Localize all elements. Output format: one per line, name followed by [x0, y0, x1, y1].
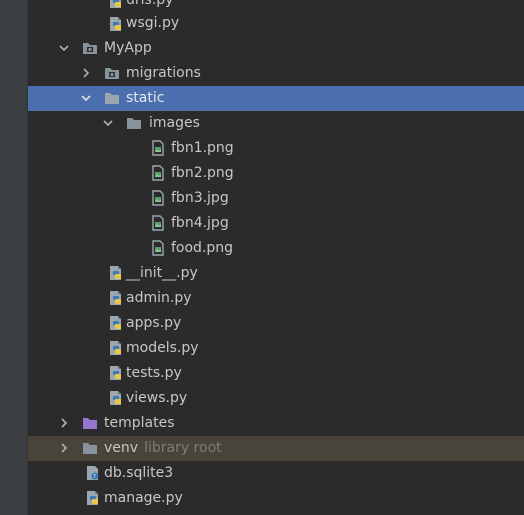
folder-label: migrations: [126, 65, 201, 81]
python-file-icon: [110, 341, 121, 355]
python-file-icon: [110, 391, 121, 405]
folder-label: images: [149, 115, 200, 131]
folder-icon: [127, 118, 141, 129]
tree-row-db[interactable]: ? db.sqlite3: [28, 461, 524, 486]
python-file-icon: [110, 291, 121, 305]
file-label: models.py: [126, 340, 199, 356]
python-file-icon: [110, 366, 121, 380]
file-label: food.png: [171, 240, 234, 256]
tree-row-wsgi[interactable]: wsgi.py: [28, 11, 524, 36]
folder-icon: [83, 443, 97, 454]
python-file-icon: [110, 266, 121, 280]
tree-row-venv[interactable]: venv library root: [28, 436, 524, 461]
templates-folder-icon: [83, 418, 97, 429]
tree-row-py-file[interactable]: tests.py: [28, 361, 524, 386]
tree-row-image-file[interactable]: fbn4.jpg: [28, 211, 524, 236]
file-label: fbn4.jpg: [171, 215, 229, 231]
library-root-note: library root: [144, 440, 222, 456]
folder-label: static: [126, 90, 165, 106]
chevron-right-icon[interactable]: [80, 67, 92, 79]
project-tree: urls.py wsgi.py MyApp migrations static: [28, 0, 524, 515]
folder-label: templates: [104, 415, 175, 431]
chevron-down-icon[interactable]: [58, 42, 70, 54]
file-label: apps.py: [126, 315, 182, 331]
tree-row-images[interactable]: images: [28, 111, 524, 136]
file-label: fbn3.jpg: [171, 190, 229, 206]
tree-row-templates[interactable]: templates: [28, 411, 524, 436]
file-label: fbn2.png: [171, 165, 234, 181]
svg-text:?: ?: [93, 474, 96, 480]
folder-label: MyApp: [104, 40, 152, 56]
tree-row-py-file[interactable]: models.py: [28, 336, 524, 361]
chevron-down-icon[interactable]: [102, 117, 114, 129]
file-label: urls.py: [126, 0, 174, 8]
module-folder-icon: [83, 43, 97, 54]
file-label: fbn1.png: [171, 140, 234, 156]
database-file-icon: ?: [87, 466, 99, 480]
chevron-down-icon[interactable]: [80, 92, 92, 104]
file-label: admin.py: [126, 290, 192, 306]
tree-row-py-file[interactable]: __init__.py: [28, 261, 524, 286]
image-file-icon: [152, 215, 164, 231]
chevron-right-icon[interactable]: [58, 442, 70, 454]
file-label: manage.py: [104, 490, 183, 506]
file-label: tests.py: [126, 365, 182, 381]
structure-icon[interactable]: [4, 0, 22, 8]
file-label: views.py: [126, 390, 188, 406]
venv-label: venv: [104, 440, 139, 456]
file-label: db.sqlite3: [104, 465, 174, 481]
image-file-icon: [152, 240, 164, 256]
tree-row-image-file[interactable]: fbn1.png: [28, 136, 524, 161]
left-tool-strip: [0, 0, 28, 515]
tree-row-image-file[interactable]: food.png: [28, 236, 524, 261]
image-file-icon: [152, 190, 164, 206]
tree-row-py-file[interactable]: views.py: [28, 386, 524, 411]
folder-icon: [105, 93, 119, 104]
python-file-icon: [87, 491, 98, 505]
python-file-icon: [110, 316, 121, 330]
tree-row-py-file[interactable]: apps.py: [28, 311, 524, 336]
tree-row-image-file[interactable]: fbn2.png: [28, 161, 524, 186]
tree-row-manage[interactable]: manage.py: [28, 486, 524, 511]
image-file-icon: [152, 165, 164, 181]
folder-label: venv library root: [104, 439, 222, 458]
image-file-icon: [152, 140, 164, 156]
python-file-icon: [110, 16, 121, 31]
tree-row-myapp[interactable]: MyApp: [28, 36, 524, 61]
file-label: wsgi.py: [126, 15, 180, 31]
python-file-icon: [110, 0, 121, 8]
tree-row-static[interactable]: static: [28, 86, 524, 111]
tree-row-migrations[interactable]: migrations: [28, 61, 524, 86]
module-folder-icon: [105, 68, 119, 79]
chevron-right-icon[interactable]: [58, 417, 70, 429]
tree-row-image-file[interactable]: fbn3.jpg: [28, 186, 524, 211]
file-label: __init__.py: [126, 265, 198, 281]
tree-row-py-file[interactable]: admin.py: [28, 286, 524, 311]
